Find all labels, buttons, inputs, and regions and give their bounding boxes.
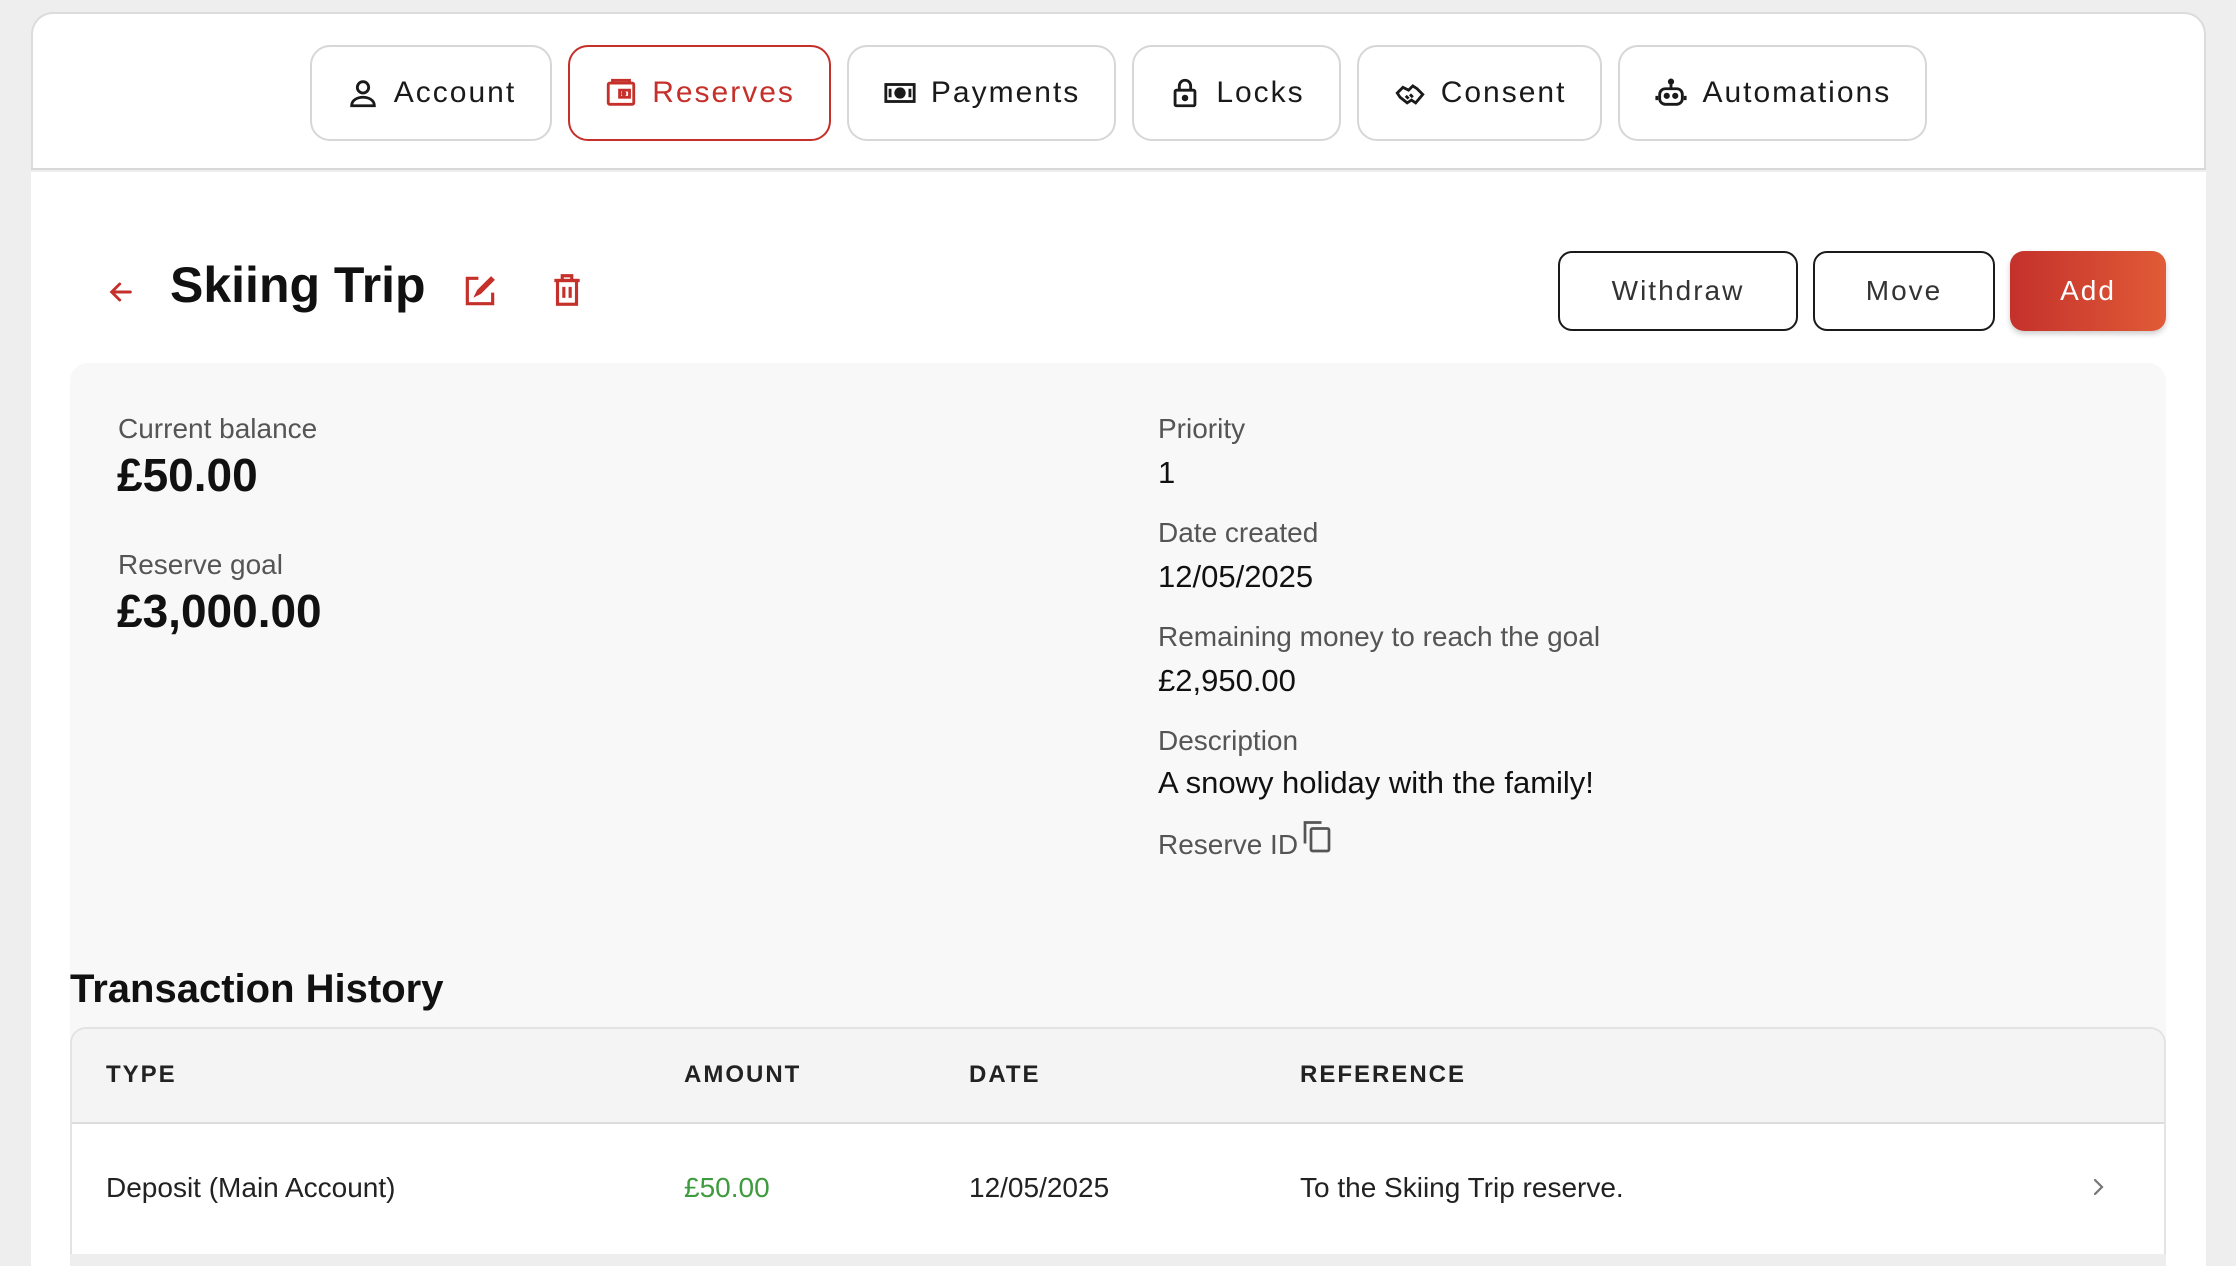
withdraw-button[interactable]: Withdraw — [1558, 251, 1798, 331]
tab-consent[interactable]: Consent — [1356, 45, 1603, 141]
date-created-label: Date created — [1158, 517, 1319, 548]
priority-label: Priority — [1158, 413, 1246, 444]
current-balance-value: £50.00 — [117, 449, 258, 501]
banknote-icon — [883, 76, 917, 110]
user-icon — [346, 76, 380, 110]
remaining-label: Remaining money to reach the goal — [1158, 621, 1601, 652]
transaction-date: 12/05/2025 — [969, 1172, 1110, 1203]
column-header-type[interactable]: TYPE — [106, 1061, 177, 1089]
tab-label: Payments — [930, 76, 1081, 109]
chevron-right-icon[interactable] — [2086, 1175, 2110, 1199]
column-header-amount[interactable]: AMOUNT — [684, 1061, 801, 1089]
tab-payments[interactable]: Payments — [846, 45, 1117, 141]
transaction-history-title: Transaction History — [70, 967, 444, 1011]
lock-icon — [1168, 76, 1202, 110]
transaction-reference: To the Skiing Trip reserve. — [1300, 1172, 1624, 1203]
reserve-goal-value: £3,000.00 — [117, 585, 322, 637]
tab-label: Locks — [1216, 76, 1305, 109]
column-header-reference[interactable]: REFERENCE — [1300, 1061, 1466, 1089]
remaining-value: £2,950.00 — [1158, 663, 1296, 698]
transaction-type: Deposit (Main Account) — [106, 1172, 396, 1203]
edit-icon[interactable] — [461, 272, 499, 310]
back-arrow-icon[interactable] — [105, 276, 137, 308]
page-title: Skiing Trip — [170, 257, 426, 313]
trash-icon[interactable] — [548, 271, 586, 309]
reserve-goal-label: Reserve goal — [118, 549, 283, 580]
description-label: Description — [1158, 725, 1299, 756]
reserve-id-label: Reserve ID — [1158, 829, 1299, 860]
divider — [31, 168, 2206, 170]
current-balance-label: Current balance — [118, 413, 318, 444]
tab-locks[interactable]: Locks — [1132, 45, 1341, 141]
tab-automations[interactable]: Automations — [1618, 45, 1928, 141]
date-created-value: 12/05/2025 — [1158, 559, 1314, 594]
tab-account[interactable]: Account — [309, 45, 553, 141]
wallet-icon — [604, 76, 638, 110]
top-navigation: Account Reserves Payments Locks Consent — [31, 12, 2206, 170]
tab-bar: Account Reserves Payments Locks Consent — [33, 45, 2204, 141]
robot-icon — [1654, 76, 1688, 110]
tab-label: Account — [393, 76, 517, 109]
add-button[interactable]: Add — [2010, 251, 2166, 331]
description-value: A snowy holiday with the family! — [1158, 765, 1594, 800]
table-footer-edge — [70, 1254, 2166, 1266]
handshake-icon — [1393, 76, 1427, 110]
column-header-date[interactable]: DATE — [969, 1061, 1041, 1089]
tab-label: Reserves — [652, 76, 795, 109]
tab-label: Automations — [1702, 76, 1892, 109]
transaction-amount: £50.00 — [684, 1172, 770, 1203]
copy-icon[interactable] — [1299, 816, 1335, 856]
tab-label: Consent — [1440, 76, 1567, 109]
move-button[interactable]: Move — [1813, 251, 1995, 331]
table-header: TYPE AMOUNT DATE REFERENCE — [72, 1029, 2164, 1124]
transactions-table: TYPE AMOUNT DATE REFERENCE Deposit (Main… — [70, 1027, 2166, 1266]
tab-reserves[interactable]: Reserves — [568, 45, 831, 141]
priority-value: 1 — [1158, 455, 1176, 490]
